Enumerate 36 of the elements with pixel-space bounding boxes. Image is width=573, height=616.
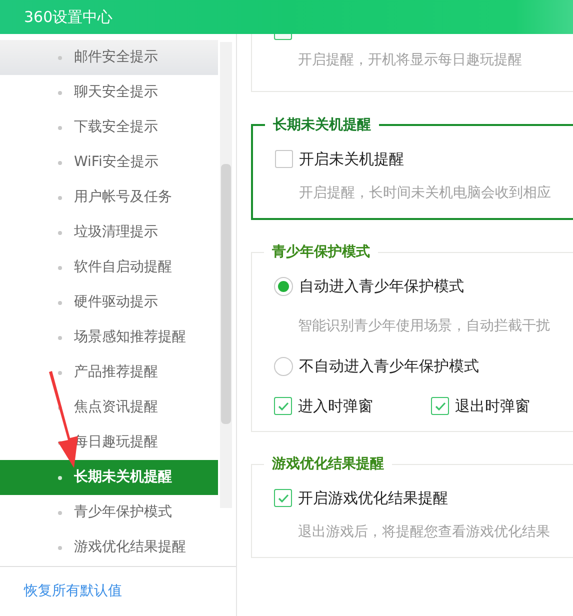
sidebar-item[interactable]: 软件自启动提醒 bbox=[0, 250, 218, 285]
sidebar-item[interactable]: 邮件安全提示 bbox=[0, 40, 218, 75]
checkbox[interactable] bbox=[274, 34, 292, 40]
sidebar-item[interactable]: WiFi安全提示 bbox=[0, 145, 218, 180]
sidebar-item[interactable]: 聊天安全提示 bbox=[0, 75, 218, 110]
checkbox[interactable] bbox=[274, 397, 292, 415]
checkbox[interactable] bbox=[275, 150, 293, 168]
check-icon bbox=[434, 402, 446, 410]
sidebar-item[interactable]: 长期未关机提醒 bbox=[0, 460, 218, 495]
sidebar-item[interactable]: 青少年保护模式 bbox=[0, 495, 218, 530]
description-text: 智能识别青少年使用场景，自动拦截干扰 bbox=[297, 317, 551, 336]
scrollbar-thumb[interactable] bbox=[221, 164, 231, 424]
radio-button[interactable] bbox=[274, 356, 293, 376]
description-text: 开启提醒，长时间未关机电脑会收到相应 bbox=[298, 184, 552, 203]
checkbox-label: 退出时弹窗 bbox=[455, 396, 530, 417]
check-icon bbox=[278, 402, 288, 410]
sidebar-item[interactable]: 场景感知推荐提醒 bbox=[0, 320, 218, 355]
check-icon bbox=[278, 494, 288, 502]
sidebar-item[interactable]: 硬件驱动提示 bbox=[0, 285, 218, 320]
description-text: 退出游戏后，将提醒您查看游戏优化结果 bbox=[297, 523, 551, 542]
description-text: 开启提醒，开机将显示每日趣玩提醒 bbox=[297, 51, 523, 70]
restore-defaults-link[interactable]: 恢复所有默认值 bbox=[24, 581, 122, 602]
checkbox[interactable] bbox=[431, 397, 449, 415]
checkbox-label: 开启游戏优化结果提醒 bbox=[298, 488, 448, 509]
checkbox-label: 进入时弹窗 bbox=[298, 396, 373, 417]
checkbox-label: 开启未关机提醒 bbox=[299, 148, 404, 170]
sidebar-item[interactable]: 垃圾清理提示 bbox=[0, 215, 218, 250]
radio-button[interactable] bbox=[274, 276, 293, 296]
radio-label: 不自动进入青少年保护模式 bbox=[299, 356, 479, 377]
sidebar-item[interactable]: 产品推荐提醒 bbox=[0, 355, 218, 390]
sidebar-item[interactable]: 下载安全提示 bbox=[0, 110, 218, 145]
window-title: 360设置中心 bbox=[24, 6, 113, 28]
sidebar-item[interactable]: 用户帐号及任务 bbox=[0, 180, 218, 215]
sidebar-item[interactable]: 游戏优化结果提醒 bbox=[0, 530, 218, 565]
radio-label: 自动进入青少年保护模式 bbox=[299, 276, 464, 297]
checkbox[interactable] bbox=[274, 489, 292, 507]
